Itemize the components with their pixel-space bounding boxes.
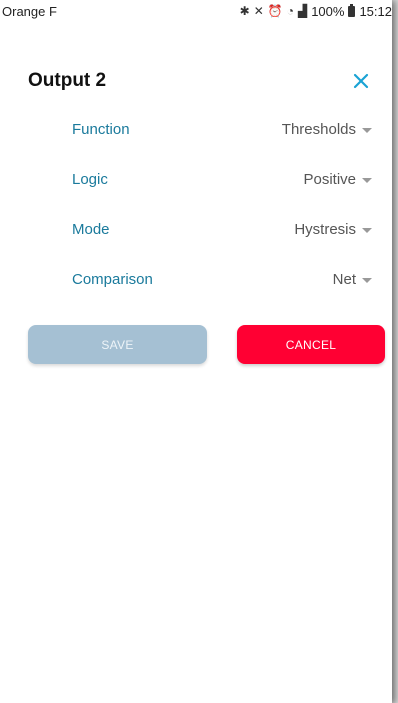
field-row-mode: Mode Hystresis xyxy=(0,217,392,247)
status-bar: Orange F ✱ ✕ ⏰ ◔ ▟ 100% 15:12 xyxy=(0,0,392,22)
mode-select[interactable]: Hystresis xyxy=(294,221,372,238)
chevron-down-icon xyxy=(362,278,372,283)
comparison-value: Net xyxy=(332,271,356,288)
field-label-comparison: Comparison xyxy=(72,271,153,288)
bluetooth-icon: ✱ xyxy=(239,4,250,18)
dialog-header: Output 2 xyxy=(0,70,392,100)
chevron-down-icon xyxy=(362,178,372,183)
chevron-down-icon xyxy=(362,228,372,233)
function-value: Thresholds xyxy=(281,121,356,138)
logic-value: Positive xyxy=(303,171,356,188)
function-select[interactable]: Thresholds xyxy=(282,121,372,138)
mute-icon: ✕ xyxy=(253,4,264,18)
close-icon[interactable] xyxy=(350,70,372,92)
field-row-logic: Logic Positive xyxy=(0,167,392,197)
battery-percent: 100% xyxy=(311,3,345,19)
signal-icon: ▟ xyxy=(297,4,308,18)
clock: 15:12 xyxy=(359,3,392,19)
screen: Orange F ✱ ✕ ⏰ ◔ ▟ 100% 15:12 Output 2 F… xyxy=(0,0,392,703)
wifi-icon: ◔ xyxy=(286,4,294,18)
alarm-icon: ⏰ xyxy=(267,4,283,18)
battery-icon xyxy=(348,3,356,17)
mode-value: Hystresis xyxy=(294,221,356,238)
logic-select[interactable]: Positive xyxy=(303,171,372,188)
comparison-select[interactable]: Net xyxy=(333,271,372,288)
field-label-mode: Mode xyxy=(72,221,110,238)
carrier-name: Orange F xyxy=(2,3,57,19)
field-row-function: Function Thresholds xyxy=(0,117,392,147)
dialog-title: Output 2 xyxy=(28,70,107,91)
cancel-button[interactable]: CANCEL xyxy=(237,325,385,364)
field-row-comparison: Comparison Net xyxy=(0,267,392,297)
save-button[interactable]: SAVE xyxy=(28,325,207,364)
status-icons: ✱ ✕ ⏰ ◔ ▟ 100% 15:12 xyxy=(239,3,392,19)
chevron-down-icon xyxy=(362,128,372,133)
field-label-function: Function xyxy=(72,121,130,138)
field-label-logic: Logic xyxy=(72,171,108,188)
